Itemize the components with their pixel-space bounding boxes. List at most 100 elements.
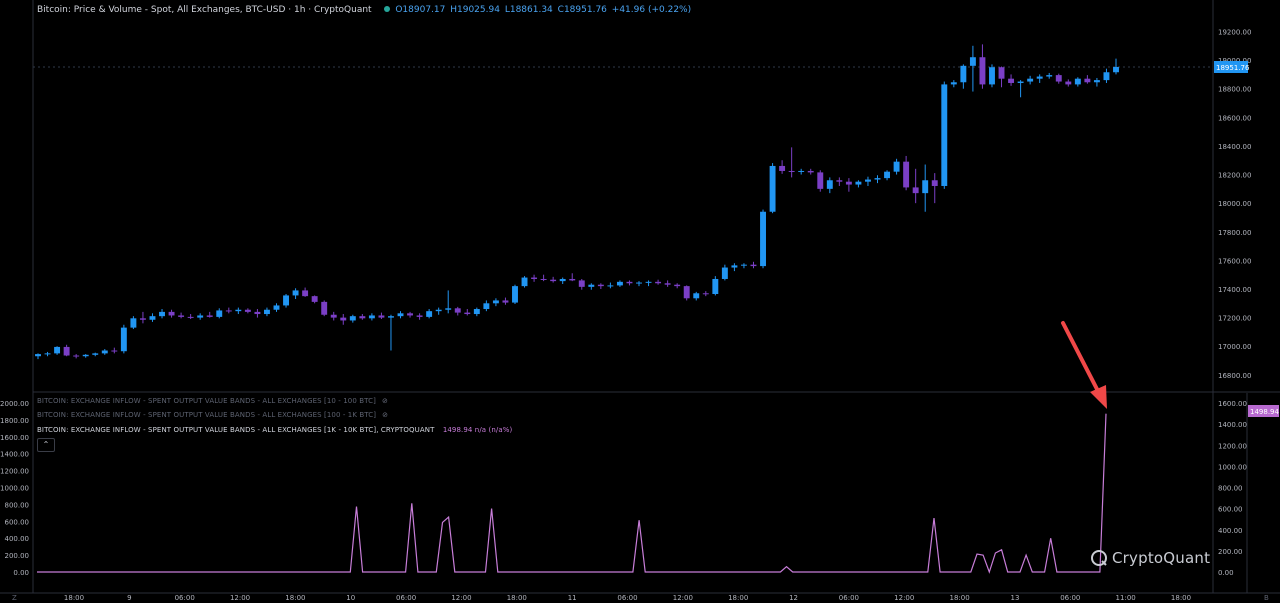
time-axis-tick: 18:00	[1171, 594, 1191, 602]
time-axis-tick: 12	[789, 594, 798, 602]
candle-body	[588, 284, 595, 287]
candle-body	[178, 315, 185, 317]
candle-body	[817, 172, 824, 189]
corner-badge-left[interactable]: Z	[12, 594, 17, 602]
time-axis-tick: 18:00	[728, 594, 748, 602]
candle-body	[483, 303, 490, 310]
price-axis-tick: 18200.00	[1218, 172, 1251, 180]
price-axis-tick: 18800.00	[1218, 86, 1251, 94]
candle-body	[388, 316, 394, 318]
price-axis-tick: 19200.00	[1218, 28, 1251, 36]
price-axis-tick: 18000.00	[1218, 200, 1251, 208]
candle-body	[597, 284, 604, 287]
indicator-legend-100-1k[interactable]: BITCOIN: EXCHANGE INFLOW - SPENT OUTPUT …	[37, 411, 388, 419]
candle-body	[855, 181, 862, 185]
time-axis-tick: 06:00	[396, 594, 416, 602]
candle-body	[139, 318, 146, 320]
price-axis-tick: 18400.00	[1218, 143, 1251, 151]
inflow-left-axis-tick: 600.00	[5, 518, 30, 526]
candle-body	[206, 315, 213, 317]
inflow-right-axis-tick: 1400.00	[1218, 421, 1247, 429]
candle-body	[235, 309, 242, 312]
candle-body	[683, 286, 690, 299]
candle-body	[502, 300, 509, 303]
eye-hidden-icon[interactable]: ⊘	[382, 411, 388, 419]
candle-body	[540, 278, 547, 280]
chart-canvas[interactable]: 16800.00 17000.00 17200.00 17400.00 17600.00…	[0, 0, 1280, 603]
candle-body	[779, 165, 786, 171]
inflow-right-axis-tick: 1200.00	[1218, 442, 1247, 450]
candle-body	[626, 281, 633, 284]
time-axis-tick: 10	[346, 594, 355, 602]
candle-body	[1103, 72, 1110, 81]
inflow-right-axis-tick: 200.00	[1218, 548, 1243, 556]
price-axis-tick: 16800.00	[1218, 372, 1251, 380]
candle-body	[1084, 78, 1091, 83]
candle-body	[407, 313, 414, 316]
indicator-value: 1498.94	[442, 426, 473, 434]
candle-body	[492, 300, 499, 304]
time-axis-tick: 11:00	[1116, 594, 1136, 602]
price-axis-tick: 17000.00	[1218, 343, 1251, 351]
inflow-right-axis-tick: 1600.00	[1218, 400, 1247, 408]
candle-body	[702, 293, 709, 295]
candle-body	[931, 180, 938, 186]
candle-body	[63, 346, 70, 356]
price-axis-tick: 18600.00	[1218, 114, 1251, 122]
candle-body	[531, 277, 538, 279]
candle-body	[340, 317, 347, 321]
candle-body	[225, 310, 232, 312]
price-axis-tick: 17800.00	[1218, 229, 1251, 237]
candle-body	[912, 187, 919, 194]
candle-body	[941, 84, 948, 186]
candle-body	[302, 290, 309, 297]
ohlc-high: H19025.94	[450, 5, 500, 15]
candle-body	[636, 282, 642, 284]
candle-body	[721, 267, 728, 279]
ohlc-close: C18951.76	[557, 5, 607, 15]
price-axis-tick: 17400.00	[1218, 286, 1251, 294]
candle-body	[435, 309, 442, 312]
time-axis-tick: 18:00	[64, 594, 84, 602]
candle-body	[35, 354, 41, 357]
candle-body	[1036, 76, 1043, 79]
last-price-label: 18951.76	[1216, 64, 1250, 72]
indicator-legend-10-100[interactable]: BITCOIN: EXCHANGE INFLOW - SPENT OUTPUT …	[37, 397, 388, 405]
candle-body	[273, 305, 280, 310]
time-axis-tick: 06:00	[617, 594, 637, 602]
price-axis-tick: 17600.00	[1218, 257, 1251, 265]
candle-body	[578, 280, 585, 287]
candle-body	[998, 67, 1005, 79]
inflow-left-axis-tick: 0.00	[13, 569, 29, 577]
candle-body	[464, 312, 471, 315]
time-axis-tick: 12:00	[230, 594, 250, 602]
indicator-label: BITCOIN: EXCHANGE INFLOW - SPENT OUTPUT …	[37, 411, 377, 419]
inflow-left-axis-tick: 400.00	[5, 535, 30, 543]
inflow-left-axis-tick: 800.00	[5, 501, 30, 509]
candle-body	[197, 315, 204, 318]
candle-body	[368, 315, 375, 319]
candle-body	[111, 350, 118, 352]
inflow-left-axis-tick: 1200.00	[0, 468, 29, 476]
chart-header: Bitcoin: Price & Volume - Spot, All Exch…	[37, 5, 693, 15]
candle-body	[903, 161, 910, 188]
indicator-legend-1k-10k[interactable]: BITCOIN: EXCHANGE INFLOW - SPENT OUTPUT …	[37, 426, 512, 434]
collapse-legend-button[interactable]: ⌃	[37, 438, 55, 452]
inflow-line	[37, 413, 1107, 574]
time-axis-tick: 06:00	[1060, 594, 1080, 602]
inflow-left-axis-tick: 200.00	[5, 552, 30, 560]
candle-body	[1113, 66, 1119, 73]
candle-body	[73, 355, 80, 357]
cryptoquant-logo: CryptoQuant	[1090, 549, 1210, 567]
chart-title: Bitcoin: Price & Volume - Spot, All Exch…	[37, 5, 372, 15]
candle-body	[416, 315, 423, 317]
candle-body	[664, 283, 671, 285]
inflow-right-axis-tick: 400.00	[1218, 527, 1243, 535]
eye-hidden-icon[interactable]: ⊘	[382, 397, 388, 405]
inflow-left-axis-tick: 1400.00	[0, 451, 29, 459]
corner-badge-right[interactable]: B	[1264, 594, 1269, 602]
candle-body	[607, 285, 614, 287]
candle-body	[292, 290, 299, 296]
indicator-label: BITCOIN: EXCHANGE INFLOW - SPENT OUTPUT …	[37, 397, 376, 405]
candle-body	[149, 316, 156, 320]
